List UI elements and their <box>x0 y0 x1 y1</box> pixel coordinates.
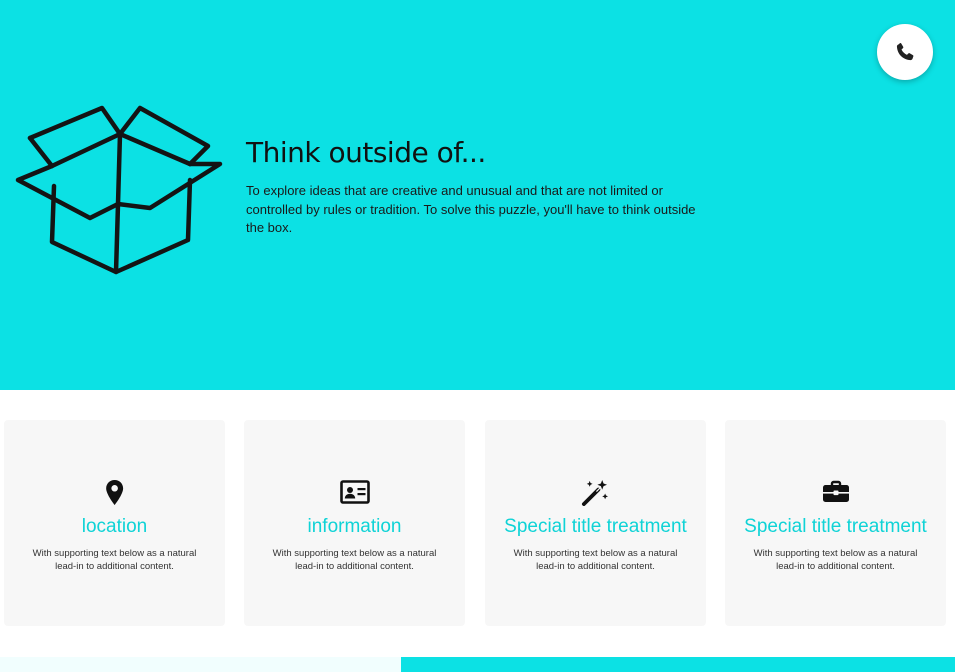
hero-title: Think outside of... <box>246 136 486 169</box>
card-location: location With supporting text below as a… <box>4 420 225 626</box>
map-pin-icon <box>106 479 123 505</box>
hero-description: To explore ideas that are creative and u… <box>246 183 696 235</box>
phone-icon <box>896 43 914 61</box>
briefcase-icon <box>822 480 849 502</box>
open-box-illustration <box>15 105 223 275</box>
footer-section-left <box>0 657 401 672</box>
id-card-icon <box>339 480 370 504</box>
card-title: Special title treatment <box>504 516 687 537</box>
phone-button[interactable] <box>877 24 933 80</box>
card-title: Special title treatment <box>744 516 927 537</box>
card-text: With supporting text below as a natural … <box>32 548 197 572</box>
hero-section: Think outside of... To explore ideas tha… <box>0 0 955 390</box>
card-title: information <box>307 516 402 537</box>
magic-wand-icon <box>581 479 609 506</box>
card-special-title-1: Special title treatment With supporting … <box>485 420 706 626</box>
card-text: With supporting text below as a natural … <box>272 548 437 572</box>
footer-section-right <box>401 657 955 672</box>
card-special-title-2: Special title treatment With supporting … <box>725 420 946 626</box>
card-information: information With supporting text below a… <box>244 420 465 626</box>
card-text: With supporting text below as a natural … <box>513 548 678 572</box>
card-text: With supporting text below as a natural … <box>753 548 918 572</box>
card-title: location <box>81 516 148 537</box>
